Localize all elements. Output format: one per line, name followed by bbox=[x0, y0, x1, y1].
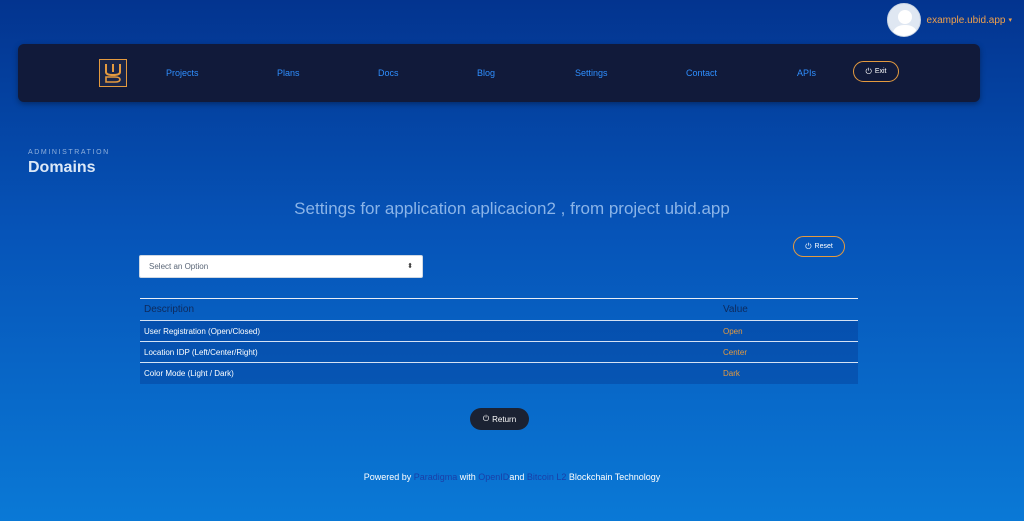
footer-prefix: Powered by bbox=[363, 472, 414, 482]
section-label: ADMINISTRATION bbox=[28, 149, 110, 156]
top-navbar: Projects Plans Docs Blog Settings Contac… bbox=[18, 44, 980, 102]
select-value: Select an Option bbox=[149, 262, 209, 271]
return-label: Return bbox=[492, 414, 517, 424]
reset-button[interactable]: ⏻ Reset bbox=[793, 236, 845, 257]
settings-table: Description Value User Registration (Ope… bbox=[140, 298, 858, 384]
table-row[interactable]: Color Mode (Light / Dark) Dark bbox=[140, 363, 858, 384]
power-icon: ⏻ bbox=[865, 66, 872, 76]
ubid-logo[interactable] bbox=[99, 59, 127, 87]
footer-link-bitcoin-l2[interactable]: Bitcoin L2 bbox=[527, 472, 567, 482]
nav-apis[interactable]: APIs bbox=[797, 68, 816, 78]
row-value: Center bbox=[723, 347, 748, 357]
power-icon: ⏻ bbox=[482, 414, 490, 423]
nav-settings[interactable]: Settings bbox=[575, 68, 608, 78]
header-value: Value bbox=[723, 304, 748, 315]
footer-suffix: Blockchain Technology bbox=[566, 472, 661, 482]
nav-projects[interactable]: Projects bbox=[166, 68, 199, 78]
select-arrows-icon: ⬍ bbox=[407, 263, 413, 270]
row-description: User Registration (Open/Closed) bbox=[144, 326, 261, 336]
option-select[interactable]: Select an Option ⬍ bbox=[139, 255, 423, 278]
table-header-row: Description Value bbox=[140, 299, 858, 321]
footer-mid1: with bbox=[457, 472, 479, 482]
nav-contact[interactable]: Contact bbox=[686, 68, 717, 78]
reset-label: Reset bbox=[814, 243, 833, 250]
footer-link-openid[interactable]: OpenID bbox=[478, 472, 509, 482]
settings-heading: Settings for application aplicacion2 , f… bbox=[294, 199, 730, 218]
page-title: Domains bbox=[28, 159, 96, 176]
table-row[interactable]: Location IDP (Left/Center/Right) Center bbox=[140, 342, 858, 363]
exit-label: Exit bbox=[874, 68, 887, 75]
header-description: Description bbox=[144, 304, 195, 315]
nav-docs[interactable]: Docs bbox=[378, 68, 399, 78]
chevron-down-icon[interactable]: ▾ bbox=[1008, 16, 1012, 24]
nav-blog[interactable]: Blog bbox=[477, 68, 495, 78]
return-button[interactable]: ⏻ Return bbox=[470, 408, 529, 430]
table-row[interactable]: User Registration (Open/Closed) Open bbox=[140, 321, 858, 342]
logo-icon bbox=[105, 64, 121, 83]
footer: Powered by Paradigma with OpenIDand Bitc… bbox=[0, 472, 1024, 482]
user-menu[interactable]: example.ubid.app ▾ bbox=[886, 3, 1012, 37]
exit-button[interactable]: ⏻ Exit bbox=[853, 61, 899, 82]
nav-plans[interactable]: Plans bbox=[277, 68, 300, 78]
row-description: Color Mode (Light / Dark) bbox=[144, 369, 234, 378]
user-name[interactable]: example.ubid.app bbox=[927, 15, 1006, 26]
row-value: Open bbox=[723, 326, 743, 336]
row-description: Location IDP (Left/Center/Right) bbox=[144, 347, 258, 357]
power-icon: ⏻ bbox=[805, 241, 812, 251]
footer-link-paradigma[interactable]: Paradigma bbox=[414, 472, 458, 482]
footer-mid2: and bbox=[509, 472, 527, 482]
avatar-icon[interactable] bbox=[886, 3, 921, 37]
row-value: Dark bbox=[723, 369, 740, 378]
